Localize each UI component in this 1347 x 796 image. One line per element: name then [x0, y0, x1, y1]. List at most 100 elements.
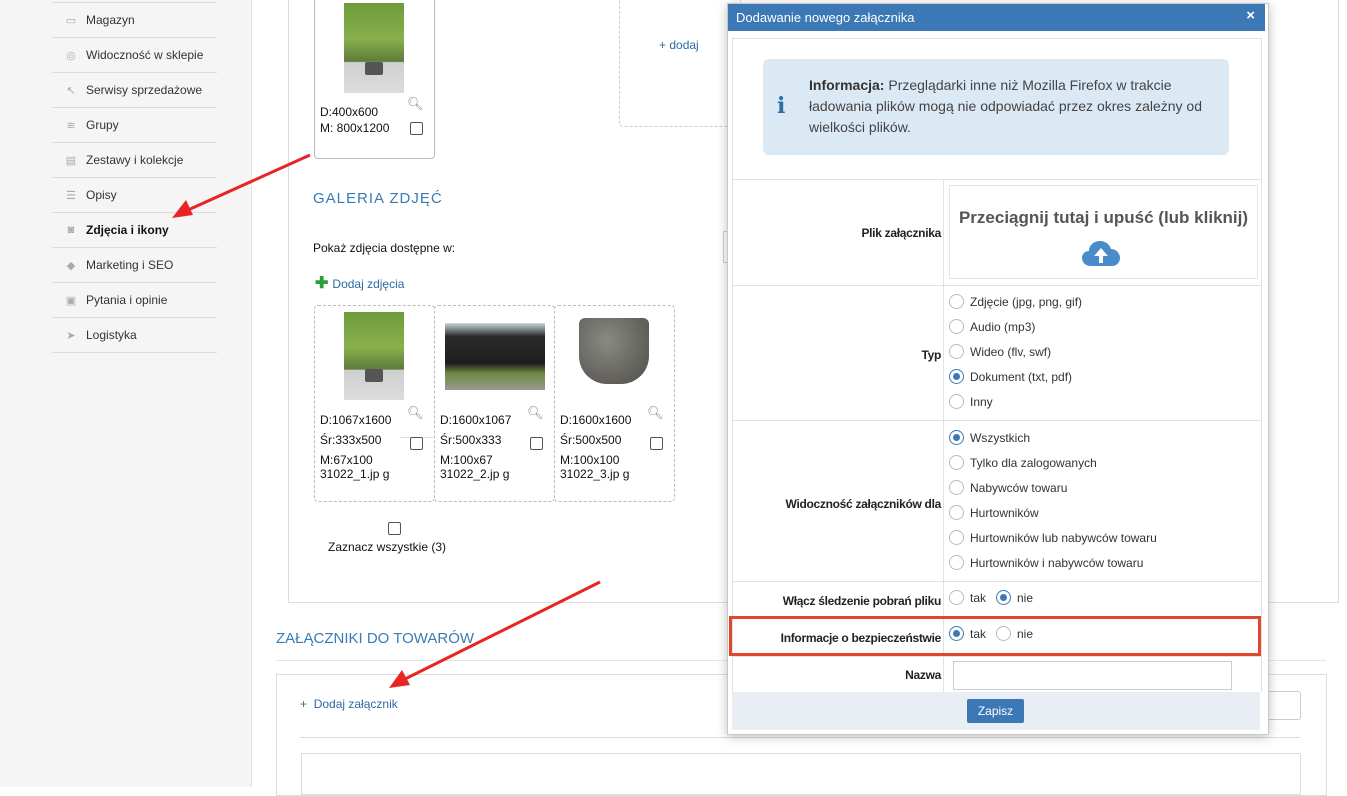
radio-button[interactable] [949, 294, 964, 309]
sidebar-item-pytania[interactable]: ▣ Pytania i opinie [52, 283, 217, 318]
radio-button[interactable] [949, 505, 964, 520]
photo-checkbox[interactable] [650, 437, 663, 450]
name-label: Nazwa [905, 668, 941, 682]
photo-dims-d: D:1600x1600 [560, 413, 632, 427]
text-icon: ☰ [66, 189, 76, 202]
tracking-option-yes[interactable]: tak [949, 590, 986, 605]
add-photos-link[interactable]: ✚ Dodaj zdjęcia [315, 276, 404, 292]
attachments-field[interactable] [1265, 691, 1301, 720]
visibility-option-wholesalers-or-buyers[interactable]: Hurtowników lub nabywców towaru [949, 530, 1157, 545]
info-icon: i [777, 93, 786, 119]
type-option-audio[interactable]: Audio (mp3) [949, 319, 1035, 334]
add-attachment-link[interactable]: + Dodaj załącznik [300, 697, 398, 711]
sidebar-item-logistyka[interactable]: ➤ Logistyka [52, 318, 217, 353]
file-drop-zone[interactable]: Przeciągnij tutaj i upuść (lub kliknij) [949, 185, 1258, 279]
visibility-option-wholesalers-and-buyers[interactable]: Hurtowników i nabywców towaru [949, 555, 1143, 570]
camera-icon: ◙ [67, 224, 75, 236]
add-attachment-label: Dodaj załącznik [313, 697, 398, 711]
visibility-option-wholesalers[interactable]: Hurtowników [949, 505, 1039, 520]
option-label: Inny [970, 394, 993, 409]
sidebar-item-label: Zdjęcia i ikony [86, 223, 169, 237]
radio-button[interactable] [949, 480, 964, 495]
sidebar-item-label: Widoczność w sklepie [86, 48, 204, 62]
name-input[interactable] [953, 661, 1232, 690]
chat-icon: ▣ [65, 294, 77, 307]
type-option-image[interactable]: Zdjęcie (jpg, png, gif) [949, 294, 1082, 309]
select-all-checkbox[interactable] [388, 522, 401, 535]
radio-button[interactable] [949, 590, 964, 605]
info-section: i Informacja: Przeglądarki inne niż Mozi… [732, 38, 1262, 180]
divider [943, 657, 944, 692]
cloud-upload-icon [1082, 241, 1120, 266]
sidebar-item-marketing[interactable]: ◆ Marketing i SEO [52, 248, 217, 283]
zoom-icon[interactable]: 🔍︎ [407, 96, 424, 112]
main-image-thumbnail[interactable] [344, 3, 404, 93]
photo-filename: 31022_2.jp g [440, 467, 510, 481]
zoom-icon[interactable]: 🔍︎ [407, 405, 424, 421]
info-message: Informacja: Przeglądarki inne niż Mozill… [809, 75, 1209, 138]
zoom-icon[interactable]: 🔍︎ [527, 405, 544, 421]
sidebar-item-label: Serwisy sprzedażowe [86, 83, 203, 97]
option-label: Wideo (flv, swf) [970, 344, 1052, 359]
option-label: Tylko dla zalogowanych [970, 455, 1097, 470]
divider [943, 286, 944, 420]
radio-button[interactable] [949, 555, 964, 570]
photo-dims-m: M:67x100 [320, 453, 373, 467]
type-option-video[interactable]: Wideo (flv, swf) [949, 344, 1051, 359]
modal-header: Dodawanie nowego załącznika × [728, 4, 1265, 31]
modal-title: Dodawanie nowego załącznika [736, 10, 915, 25]
visibility-option-buyers[interactable]: Nabywców towaru [949, 480, 1067, 495]
visibility-option-logged[interactable]: Tylko dla zalogowanych [949, 455, 1097, 470]
photo-checkbox[interactable] [530, 437, 543, 450]
zoom-icon[interactable]: 🔍︎ [647, 405, 664, 421]
close-icon[interactable]: × [1246, 7, 1255, 24]
hammer-icon: ↖ [66, 84, 76, 97]
sidebar-item-label: Zestawy i kolekcje [86, 153, 184, 167]
radio-button-selected[interactable] [996, 590, 1011, 605]
sidebar-item-magazyn[interactable]: ▭ Magazyn [52, 3, 217, 38]
option-label: Dokument (txt, pdf) [970, 369, 1073, 384]
gallery-title: GALERIA ZDJĘĆ [313, 190, 443, 207]
sidebar-item-zestawy[interactable]: ▤ Zestawy i kolekcje [52, 143, 217, 178]
radio-button[interactable] [949, 530, 964, 545]
photo-checkbox[interactable] [410, 437, 423, 450]
eye-icon: ◎ [66, 49, 76, 62]
sidebar-item-zdjecia[interactable]: ◙ Zdjęcia i ikony [52, 213, 217, 248]
photo-dims-sr: Śr:333x500 [320, 433, 382, 447]
radio-button[interactable] [949, 344, 964, 359]
photo-dims-d: D:1067x1600 [320, 413, 392, 427]
security-highlight-frame [729, 616, 1261, 656]
option-label: Zdjęcie (jpg, png, gif) [970, 294, 1083, 309]
photo-dims-m: M:100x100 [560, 453, 620, 467]
save-button[interactable]: Zapisz [967, 699, 1024, 723]
main-image-dims-d: D:400x600 [320, 105, 379, 119]
sidebar-item-grupy[interactable]: ≋ Grupy [52, 108, 217, 143]
sidebar-item-label: Magazyn [86, 13, 135, 27]
photo-thumbnail[interactable] [445, 323, 545, 390]
add-image-link[interactable]: + dodaj [659, 38, 699, 52]
photo-dims-m: M:100x67 [440, 453, 493, 467]
sidebar-item-serwisy[interactable]: ↖ Serwisy sprzedażowe [52, 73, 217, 108]
radio-button[interactable] [949, 394, 964, 409]
radio-button-selected[interactable] [949, 369, 964, 384]
visibility-option-all[interactable]: Wszystkich [949, 430, 1030, 445]
radio-button-selected[interactable] [949, 430, 964, 445]
sidebar-item-opisy[interactable]: ☰ Opisy [52, 178, 217, 213]
type-option-document[interactable]: Dokument (txt, pdf) [949, 369, 1072, 384]
type-option-other[interactable]: Inny [949, 394, 993, 409]
sidebar-item-label: Marketing i SEO [86, 258, 174, 272]
main-image-dims-m: M: 800x1200 [320, 121, 390, 135]
photo-thumbnail[interactable] [344, 312, 404, 400]
tracking-label: Włącz śledzenie pobrań pliku [782, 594, 942, 608]
radio-button[interactable] [949, 319, 964, 334]
photo-thumbnail[interactable] [571, 312, 659, 400]
photo-dims-d: D:1600x1067 [440, 413, 512, 427]
drop-zone-text: Przeciągnij tutaj i upuść (lub kliknij) [958, 208, 1249, 227]
tag-icon: ◆ [66, 259, 76, 272]
sidebar-item-widocznosc[interactable]: ◎ Widoczność w sklepie [52, 38, 217, 73]
main-image-checkbox[interactable] [410, 122, 423, 135]
tracking-option-no[interactable]: nie [996, 590, 1033, 605]
option-label: Hurtowników [970, 505, 1039, 520]
radio-button[interactable] [949, 455, 964, 470]
photo-filename: 31022_3.jp g [560, 467, 630, 481]
